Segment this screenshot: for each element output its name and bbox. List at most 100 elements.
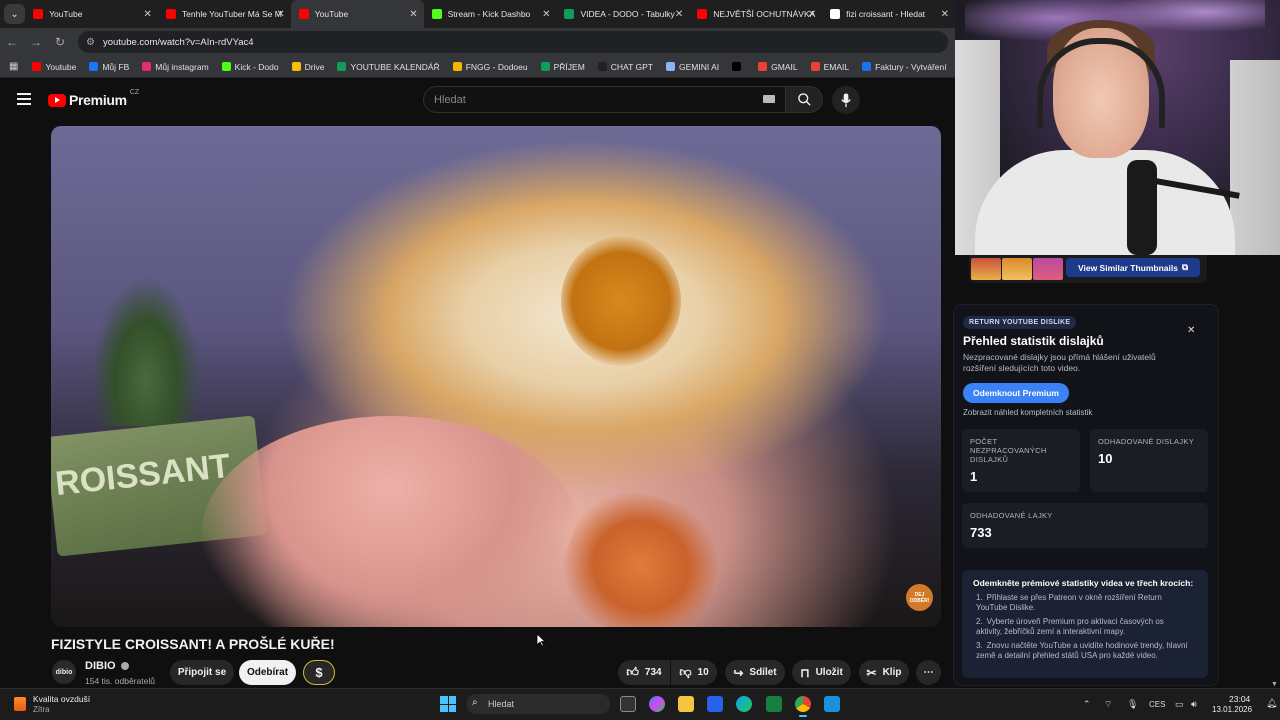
- premium-step-item: 3. Znovu načtěte YouTube a uvidíte hodino…: [976, 641, 1188, 660]
- close-icon[interactable]: ✕: [1187, 325, 1195, 336]
- browser-tab[interactable]: Tenhle YouTuber Má Se M ✕: [158, 0, 291, 28]
- page-scrollbar[interactable]: ▼: [1270, 255, 1280, 688]
- bookmark-item[interactable]: FNGG - Dodoeu: [452, 62, 528, 72]
- bookmark-item[interactable]: [732, 62, 745, 71]
- air-quality-icon[interactable]: [14, 697, 26, 711]
- chrome-icon[interactable]: [795, 696, 811, 717]
- bookmark-favicon-icon: [89, 62, 99, 71]
- tab-title: fizi croissant - Hledat: [846, 9, 926, 19]
- join-button[interactable]: Připojit se: [170, 660, 234, 685]
- channel-name[interactable]: DIBIO: [85, 660, 129, 672]
- youtube-premium-logo[interactable]: Premium CZ: [48, 89, 139, 108]
- tab-title: YouTube: [314, 9, 349, 19]
- bookmark-item[interactable]: Kick - Dodo: [221, 62, 279, 72]
- taskbar-search[interactable]: ⌕ Hledat: [466, 694, 610, 714]
- save-button[interactable]: ⊓ Uložit: [792, 660, 851, 685]
- tab-close-icon[interactable]: ✕: [542, 9, 550, 20]
- tab-close-icon[interactable]: ✕: [409, 9, 417, 20]
- back-icon[interactable]: ←: [0, 35, 24, 49]
- more-actions-button[interactable]: ⋯: [916, 660, 941, 685]
- volume-icon[interactable]: 🔊︎: [1191, 699, 1197, 710]
- subscribe-button[interactable]: Odebírat: [239, 660, 296, 685]
- thanks-button[interactable]: $: [303, 660, 335, 685]
- dislike-button[interactable]: 👎︎ 10: [671, 660, 717, 685]
- site-info-icon[interactable]: ⚙: [86, 37, 95, 48]
- menu-hamburger-icon[interactable]: [17, 93, 31, 105]
- bookmark-item[interactable]: EMAIL: [810, 62, 849, 72]
- premium-step-item: 2. Vyberte úroveň Premium pro aktivaci ča…: [976, 617, 1164, 636]
- share-button[interactable]: ↪ Sdílet: [725, 660, 785, 685]
- like-button[interactable]: 👍︎ 734: [618, 660, 670, 685]
- browser-tab-bar: ⌄ YouTube ✕ Tenhle YouTuber Má Se M ✕ YouTub…: [0, 0, 955, 28]
- tab-close-icon[interactable]: ✕: [808, 9, 816, 20]
- bookmark-item[interactable]: GEMINI AI: [665, 62, 719, 72]
- channel-avatar[interactable]: dibio: [52, 660, 76, 684]
- bookmark-item[interactable]: PŘÍJEM: [540, 62, 585, 72]
- weather-widget-title[interactable]: Kvalita ovzduší: [33, 694, 90, 704]
- thumbnail[interactable]: [971, 258, 1001, 280]
- dollar-icon: $: [315, 665, 323, 680]
- apps-grid-icon[interactable]: ▦: [9, 61, 18, 72]
- bookmark-item[interactable]: Drive: [291, 62, 324, 72]
- edge-icon[interactable]: [736, 696, 752, 712]
- start-windows-icon[interactable]: [440, 696, 456, 712]
- view-similar-thumbnails-button[interactable]: View Similar Thumbnails ⧉: [1066, 258, 1200, 277]
- preview-stats-link[interactable]: Zobrazit náhled kompletních statistik: [963, 408, 1092, 417]
- outlook-icon[interactable]: [707, 696, 723, 712]
- browser-tab[interactable]: YouTube ✕: [290, 0, 424, 28]
- address-bar[interactable]: ⚙ youtube.com/watch?v=AIn-rdVYac4: [78, 31, 948, 53]
- browser-tab[interactable]: YouTube ✕: [25, 0, 158, 28]
- bookmark-item[interactable]: Youtube: [32, 62, 76, 72]
- video-player[interactable]: ROISSANT DEJ ODBĚR!: [51, 126, 941, 627]
- scroll-down-icon[interactable]: ▼: [1271, 681, 1278, 688]
- network-icon[interactable]: ▭: [1175, 699, 1184, 710]
- thumbnail[interactable]: [1033, 258, 1063, 280]
- tab-close-icon[interactable]: ✕: [675, 9, 683, 20]
- tab-search-chevron-icon[interactable]: ⌄: [4, 4, 26, 24]
- notification-bell-icon[interactable]: 🔔︎: [1266, 698, 1277, 709]
- bookmark-favicon-icon: [862, 62, 872, 71]
- app-icon[interactable]: [824, 696, 840, 712]
- voice-search-button[interactable]: [832, 86, 860, 114]
- clock-time[interactable]: 23:04: [1229, 694, 1250, 704]
- clock-date[interactable]: 13.01.2026: [1212, 705, 1252, 714]
- browser-tab[interactable]: fizi croissant - Hledat ✕: [822, 0, 955, 28]
- tab-favicon-icon: [33, 9, 44, 19]
- tray-overflow-icon[interactable]: ⌃: [1083, 699, 1091, 710]
- copilot-icon[interactable]: [649, 696, 665, 712]
- search-input[interactable]: Hledat: [423, 86, 785, 113]
- clip-button[interactable]: ✂ Klip: [859, 660, 909, 685]
- stat-raw-dislikes: POČET NEZPRACOVANÝCH DISLAJKŮ 1: [962, 429, 1080, 492]
- bookmark-label: Faktury - Vytváření: [875, 61, 947, 72]
- task-view-icon[interactable]: [620, 696, 636, 712]
- search-button[interactable]: [785, 86, 823, 113]
- wifi-icon[interactable]: ⌔: [1104, 699, 1112, 710]
- thumbnail[interactable]: [1002, 258, 1032, 280]
- bookmark-item[interactable]: Můj FB: [89, 62, 129, 72]
- reload-icon[interactable]: ↻: [48, 35, 72, 49]
- webcam-shelf-right: [1230, 60, 1280, 255]
- browser-tab[interactable]: VIDEA - DODO - Tabulky ✕: [556, 0, 689, 28]
- excel-icon[interactable]: [766, 696, 782, 712]
- file-explorer-icon[interactable]: [678, 696, 694, 712]
- tab-close-icon[interactable]: ✕: [941, 9, 949, 20]
- bookmark-item[interactable]: Můj instagram: [142, 62, 209, 72]
- tab-close-icon[interactable]: ✕: [276, 9, 284, 20]
- bookmark-favicon-icon: [291, 62, 301, 71]
- language-indicator[interactable]: CES: [1149, 700, 1165, 709]
- bookmark-item[interactable]: GMAIL: [758, 62, 798, 72]
- browser-tab[interactable]: Stream - Kick Dashbo ✕: [424, 0, 557, 28]
- browser-tab[interactable]: NEJVĚTŠÍ OCHUTNÁVKA ✕: [689, 0, 822, 28]
- mic-tray-icon[interactable]: 🎙︎: [1127, 699, 1138, 710]
- subscribe-watermark[interactable]: DEJ ODBĚR!: [906, 584, 933, 611]
- tab-close-icon[interactable]: ✕: [144, 9, 152, 20]
- bookmark-item[interactable]: YOUTUBE KALENDÁŘ: [337, 62, 440, 72]
- unlock-premium-button[interactable]: Odemknout Premium: [963, 383, 1069, 403]
- tab-favicon-icon: [165, 9, 176, 19]
- video-frame-hand: [201, 416, 581, 627]
- bookmark-item[interactable]: Faktury - Vytváření: [862, 61, 947, 72]
- keyboard-icon[interactable]: [763, 95, 775, 103]
- bookmark-label: CHAT GPT: [610, 61, 653, 72]
- bookmark-item[interactable]: CHAT GPT: [597, 61, 653, 72]
- forward-icon[interactable]: →: [24, 35, 48, 49]
